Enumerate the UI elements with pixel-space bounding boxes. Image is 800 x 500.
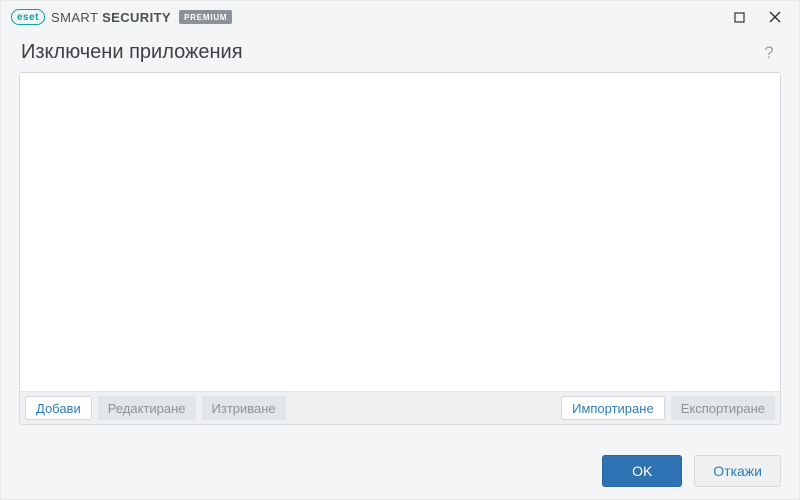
brand-text: SMART SECURITY: [51, 10, 171, 25]
dialog-footer: OK Откажи: [1, 443, 799, 499]
header-row: Изключени приложения ?: [19, 41, 781, 72]
panel-toolbar: Добави Редактиране Изтриване Импортиране…: [20, 391, 780, 424]
brand-logo-pill: eset: [11, 9, 45, 25]
help-icon: ?: [764, 43, 773, 63]
titlebar: eset SMART SECURITY PREMIUM: [1, 1, 799, 33]
import-button[interactable]: Импортиране: [561, 396, 665, 420]
help-button[interactable]: ?: [759, 43, 779, 63]
brand-text-bold: SECURITY: [102, 10, 171, 25]
close-icon: [769, 11, 781, 23]
export-button: Експортиране: [671, 396, 775, 420]
cancel-button[interactable]: Откажи: [694, 455, 781, 487]
brand-text-light: SMART: [51, 10, 98, 25]
edit-button: Редактиране: [98, 396, 196, 420]
page-title: Изключени приложения: [21, 41, 243, 64]
maximize-icon: [734, 12, 745, 23]
delete-button: Изтриване: [202, 396, 286, 420]
close-button[interactable]: [757, 3, 793, 31]
content-area: Изключени приложения ? Добави Редактиран…: [1, 33, 799, 443]
ok-button[interactable]: OK: [602, 455, 682, 487]
brand-premium-tag: PREMIUM: [179, 10, 232, 24]
exclusions-list[interactable]: [20, 73, 780, 391]
window-controls: [721, 3, 793, 31]
exclusions-panel: Добави Редактиране Изтриване Импортиране…: [19, 72, 781, 425]
add-button[interactable]: Добави: [25, 396, 92, 420]
brand: eset SMART SECURITY PREMIUM: [11, 9, 232, 25]
maximize-button[interactable]: [721, 3, 757, 31]
